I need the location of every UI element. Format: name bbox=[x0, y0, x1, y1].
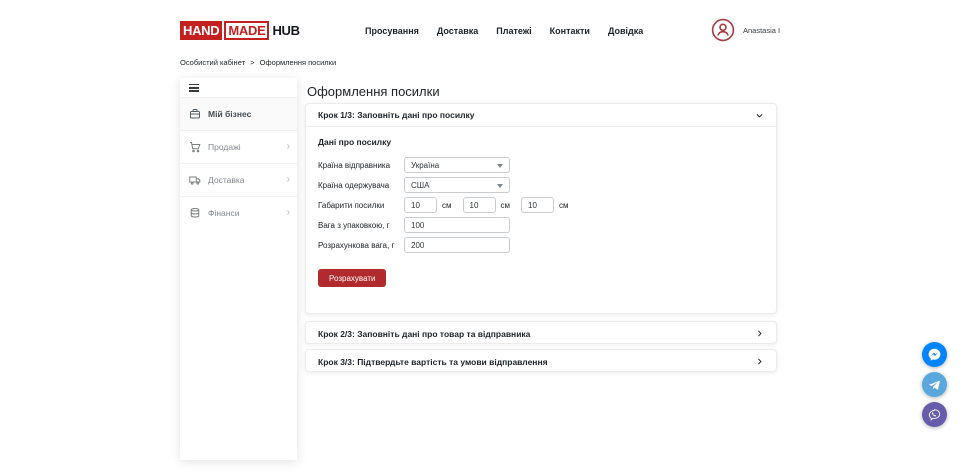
recipient-country-value: США bbox=[411, 181, 429, 190]
viber-icon bbox=[927, 407, 942, 422]
sidebar-item-label: Фінанси bbox=[208, 208, 280, 218]
user-name: Anastasia I bbox=[743, 26, 780, 35]
step-2-label: Крок 2/3: Заповніть дані про товар та ві… bbox=[318, 329, 530, 339]
caret-down-icon bbox=[497, 184, 503, 188]
breadcrumb: Особистий кабінет > Оформлення посилки bbox=[180, 58, 336, 67]
dimension-unit: см bbox=[501, 201, 511, 210]
chevron-down-icon bbox=[755, 111, 764, 120]
step-1-label: Крок 1/3: Заповніть дані про посилку bbox=[318, 110, 474, 120]
sidebar-item-label: Продажі bbox=[208, 142, 280, 152]
sidebar-item-finances[interactable]: Фінанси › bbox=[180, 196, 297, 229]
packed-weight-row: Вага з упаковкою, г bbox=[318, 217, 764, 233]
briefcase-icon bbox=[189, 108, 201, 120]
sidebar-item-delivery[interactable]: Доставка › bbox=[180, 163, 297, 196]
nav-delivery[interactable]: Доставка bbox=[437, 26, 478, 36]
sidebar-item-label: Доставка bbox=[208, 175, 280, 185]
chevron-right-icon: › bbox=[287, 142, 290, 152]
telegram-icon bbox=[927, 377, 942, 392]
sidebar-item-sales[interactable]: Продажі › bbox=[180, 130, 297, 163]
sender-country-label: Країна відправника bbox=[318, 161, 404, 170]
packed-weight-input[interactable] bbox=[404, 217, 510, 233]
chevron-right-icon bbox=[755, 357, 764, 366]
breadcrumb-separator: > bbox=[250, 58, 254, 67]
viber-button[interactable] bbox=[922, 402, 947, 427]
page: HAND MADE HUB Просування Доставка Платеж… bbox=[0, 0, 960, 475]
logo-hand: HAND bbox=[180, 21, 222, 40]
step-1-header[interactable]: Крок 1/3: Заповніть дані про посилку bbox=[306, 104, 776, 127]
user-menu[interactable]: Anastasia I bbox=[711, 18, 780, 42]
step-2-card: Крок 2/3: Заповніть дані про товар та ві… bbox=[305, 321, 777, 344]
menu-icon[interactable] bbox=[189, 84, 199, 92]
messenger-button[interactable] bbox=[922, 342, 947, 367]
sidebar: Мій бізнес Продажі › Доставка › Фінанси … bbox=[180, 78, 297, 460]
dimension-width-input[interactable] bbox=[463, 197, 496, 213]
cart-icon bbox=[189, 141, 201, 153]
nav-help[interactable]: Довідка bbox=[608, 26, 643, 36]
step-3-card: Крок 3/3: Підтвердьте вартість та умови … bbox=[305, 349, 777, 372]
chevron-right-icon: › bbox=[287, 208, 290, 218]
recipient-country-select[interactable]: США bbox=[404, 177, 510, 193]
dimensions-row: Габарити посилки см см см bbox=[318, 197, 764, 213]
step-3-label: Крок 3/3: Підтвердьте вартість та умови … bbox=[318, 357, 548, 367]
step-3-header[interactable]: Крок 3/3: Підтвердьте вартість та умови … bbox=[306, 350, 776, 373]
sidebar-item-label: Мій бізнес bbox=[208, 109, 290, 119]
coins-icon bbox=[189, 207, 201, 219]
dimension-length-input[interactable] bbox=[404, 197, 437, 213]
step-1-card: Крок 1/3: Заповніть дані про посилку Дан… bbox=[305, 103, 777, 314]
dimensions-label: Габарити посилки bbox=[318, 201, 404, 210]
messenger-icon bbox=[927, 347, 942, 362]
dimension-height-input[interactable] bbox=[521, 197, 554, 213]
user-icon bbox=[711, 18, 735, 42]
chevron-right-icon bbox=[755, 329, 764, 338]
parcel-data-title: Дані про посилку bbox=[318, 137, 764, 147]
nav-payments[interactable]: Платежі bbox=[496, 26, 531, 36]
main-nav: Просування Доставка Платежі Контакти Дов… bbox=[365, 26, 643, 36]
step-1-body: Дані про посилку Країна відправника Укра… bbox=[306, 127, 776, 297]
breadcrumb-current: Оформлення посилки bbox=[260, 58, 337, 67]
estimated-weight-row: Розрахункова вага, г bbox=[318, 237, 764, 253]
chevron-right-icon: › bbox=[287, 175, 290, 185]
sender-country-row: Країна відправника Україна bbox=[318, 157, 764, 173]
sidebar-item-my-business[interactable]: Мій бізнес bbox=[180, 97, 297, 130]
recipient-country-label: Країна одержувача bbox=[318, 181, 404, 190]
sender-country-select[interactable]: Україна bbox=[404, 157, 510, 173]
estimated-weight-label: Розрахункова вага, г bbox=[318, 241, 404, 250]
estimated-weight-input[interactable] bbox=[404, 237, 510, 253]
logo-hub: HUB bbox=[269, 21, 299, 40]
page-title: Оформлення посилки bbox=[307, 84, 440, 99]
nav-promotion[interactable]: Просування bbox=[365, 26, 419, 36]
dimension-unit: см bbox=[442, 201, 452, 210]
logo[interactable]: HAND MADE HUB bbox=[180, 21, 300, 40]
recipient-country-row: Країна одержувача США bbox=[318, 177, 764, 193]
nav-contacts[interactable]: Контакти bbox=[550, 26, 590, 36]
calculate-button[interactable]: Розрахувати bbox=[318, 269, 386, 287]
breadcrumb-home[interactable]: Особистий кабінет bbox=[180, 58, 245, 67]
sender-country-value: Україна bbox=[411, 161, 439, 170]
telegram-button[interactable] bbox=[922, 372, 947, 397]
step-2-header[interactable]: Крок 2/3: Заповніть дані про товар та ві… bbox=[306, 322, 776, 345]
truck-icon bbox=[189, 174, 201, 186]
packed-weight-label: Вага з упаковкою, г bbox=[318, 221, 404, 230]
dimension-unit: см bbox=[559, 201, 569, 210]
caret-down-icon bbox=[497, 164, 503, 168]
logo-made: MADE bbox=[224, 21, 269, 40]
